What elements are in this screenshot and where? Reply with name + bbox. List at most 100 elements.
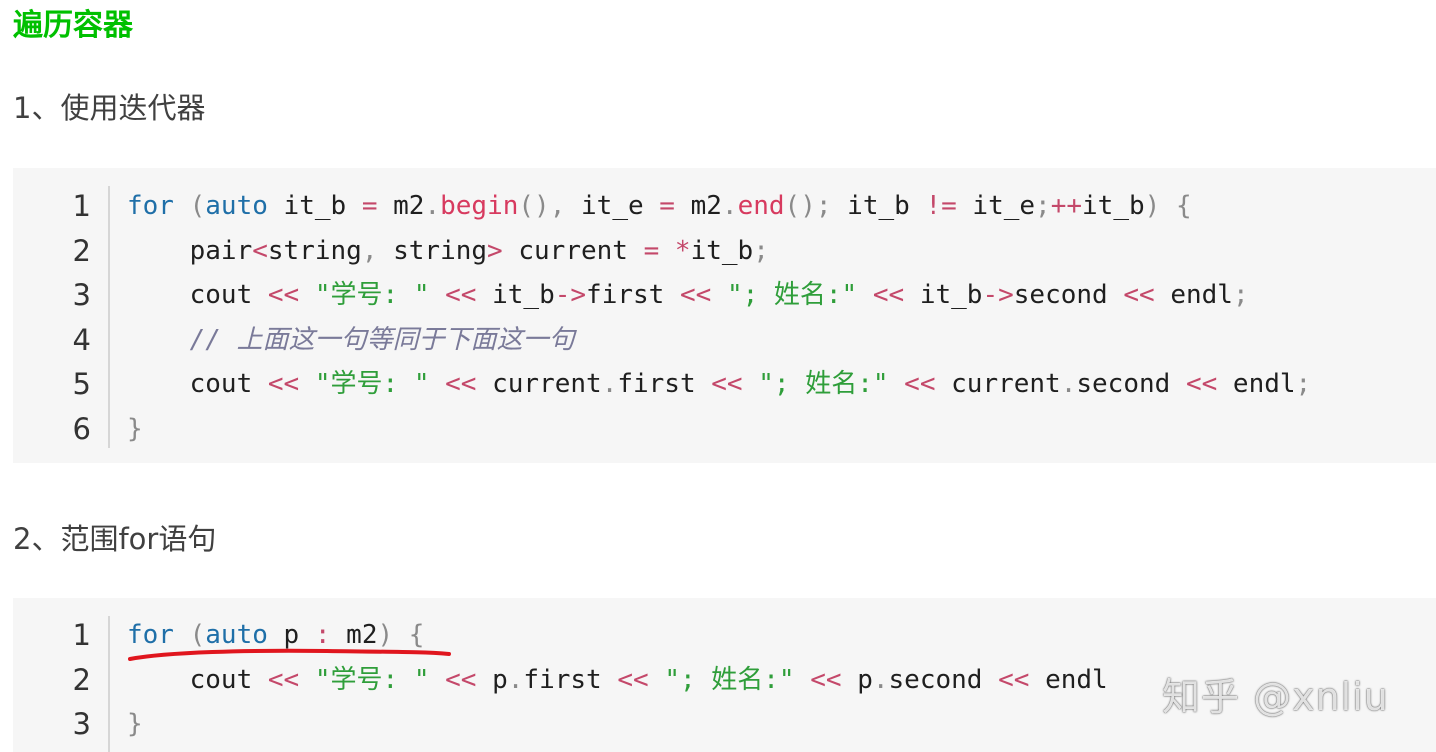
code-token: << <box>267 369 300 399</box>
section1-title: 1、使用迭代器 <box>13 91 206 125</box>
line-number: 1 <box>72 618 91 652</box>
code-token: m2 <box>674 191 722 221</box>
code-token: endl <box>1029 664 1108 695</box>
code-token: . <box>601 369 618 399</box>
code-token: * <box>674 235 691 266</box>
code-token: "; 姓名:" <box>664 664 795 695</box>
code-token: endl <box>1217 369 1296 399</box>
code-token: current <box>935 369 1061 399</box>
code-token: p <box>841 664 873 695</box>
code-token: < <box>252 235 268 266</box>
code-token: second <box>1013 280 1124 310</box>
code-line: 5 cout << "学号: " << current.first << "; … <box>13 362 1436 406</box>
code-token: it_b <box>267 191 362 221</box>
code-token: << <box>904 369 936 399</box>
code-token: end <box>737 191 785 221</box>
code-token: it_b <box>476 280 555 310</box>
red-underline-annotation <box>128 648 451 661</box>
code-token: } <box>127 709 143 739</box>
code-token: string <box>267 235 362 266</box>
code-token: second <box>1076 369 1186 399</box>
code-token: , <box>361 235 394 266</box>
code-token: current <box>502 235 644 266</box>
line-number: 2 <box>72 233 91 268</box>
zhihu-watermark: 知乎 @xnliu <box>1162 675 1389 719</box>
code-text: pair<string, string> current = *it_b; <box>127 229 769 273</box>
code-token: it_b <box>690 235 754 266</box>
code-token: (); <box>784 191 848 221</box>
line-number: 5 <box>72 367 91 401</box>
line-number: 4 <box>72 322 91 357</box>
code-token: = <box>361 191 378 221</box>
code-token: cout <box>127 280 268 310</box>
line-number: 1 <box>72 189 91 223</box>
code-line: 3 cout << "学号: " << it_b->first << "; 姓名… <box>13 273 1436 317</box>
code-token: first <box>617 369 712 399</box>
section2-title: 2、范围for语句 <box>13 522 217 556</box>
code-token: it_b <box>904 280 983 310</box>
section-heading: 遍历容器 <box>13 8 133 43</box>
code-token: << <box>711 369 743 399</box>
code-token: . <box>872 664 889 695</box>
code-token: "学号: " <box>314 664 430 695</box>
code-token: string <box>393 235 488 266</box>
code-token: . <box>1060 369 1077 399</box>
code-token: cout <box>127 369 268 399</box>
code-token: << <box>617 664 649 695</box>
code-token: ; <box>1035 191 1051 221</box>
line-number: 2 <box>72 662 91 697</box>
code-token: for <box>127 191 174 221</box>
code-token: current <box>476 369 602 399</box>
code-token: second <box>888 664 999 695</box>
code-token: } <box>127 413 143 444</box>
code-token: = <box>659 191 675 221</box>
code-token: ; <box>753 235 769 266</box>
code-token: begin <box>440 191 519 221</box>
code-token: -> <box>982 280 1014 310</box>
code-token: endl <box>1154 280 1233 310</box>
code-token: pair <box>127 235 253 266</box>
code-line: 4 // 上面这一句等同于下面这一句 <box>13 318 1436 362</box>
code-token: it_e <box>956 191 1036 221</box>
code-token: it_b <box>847 191 926 221</box>
code-token: cout <box>127 664 268 695</box>
code-token: ; <box>1295 369 1312 399</box>
code-token: p <box>476 664 508 695</box>
code-text: // 上面这一句等同于下面这一句 <box>127 318 575 362</box>
line-number: 3 <box>72 278 91 312</box>
code-token: ( <box>189 191 206 221</box>
code-token: -> <box>554 280 587 310</box>
code-token: << <box>998 664 1030 695</box>
code-token: << <box>810 664 842 695</box>
red-underline-stroke <box>128 648 451 661</box>
code-token: auto <box>205 191 268 221</box>
code-token: << <box>445 280 477 310</box>
code-token: ++ <box>1050 191 1083 221</box>
code-token: . <box>424 191 441 221</box>
code-token: first <box>523 664 618 695</box>
code-line: 2 pair<string, string> current = *it_b; <box>13 229 1436 273</box>
code-token: > <box>487 235 503 266</box>
code-token: "; 姓名:" <box>726 280 858 310</box>
code-line: 1 for (auto it_b = m2.begin(), it_e = m2.… <box>13 184 1436 228</box>
code-token: << <box>1185 369 1218 399</box>
code-token: << <box>267 664 300 695</box>
line-number: 3 <box>72 707 91 741</box>
code-token: << <box>445 664 477 695</box>
code-token: "学号: " <box>314 369 430 399</box>
code-text: } <box>127 702 143 746</box>
code-token: (), <box>518 191 582 221</box>
code-token: ; <box>1232 280 1249 310</box>
code-token: m2 <box>377 191 425 221</box>
code-block-iterator: 1 for (auto it_b = m2.begin(), it_e = m2.… <box>13 168 1436 463</box>
